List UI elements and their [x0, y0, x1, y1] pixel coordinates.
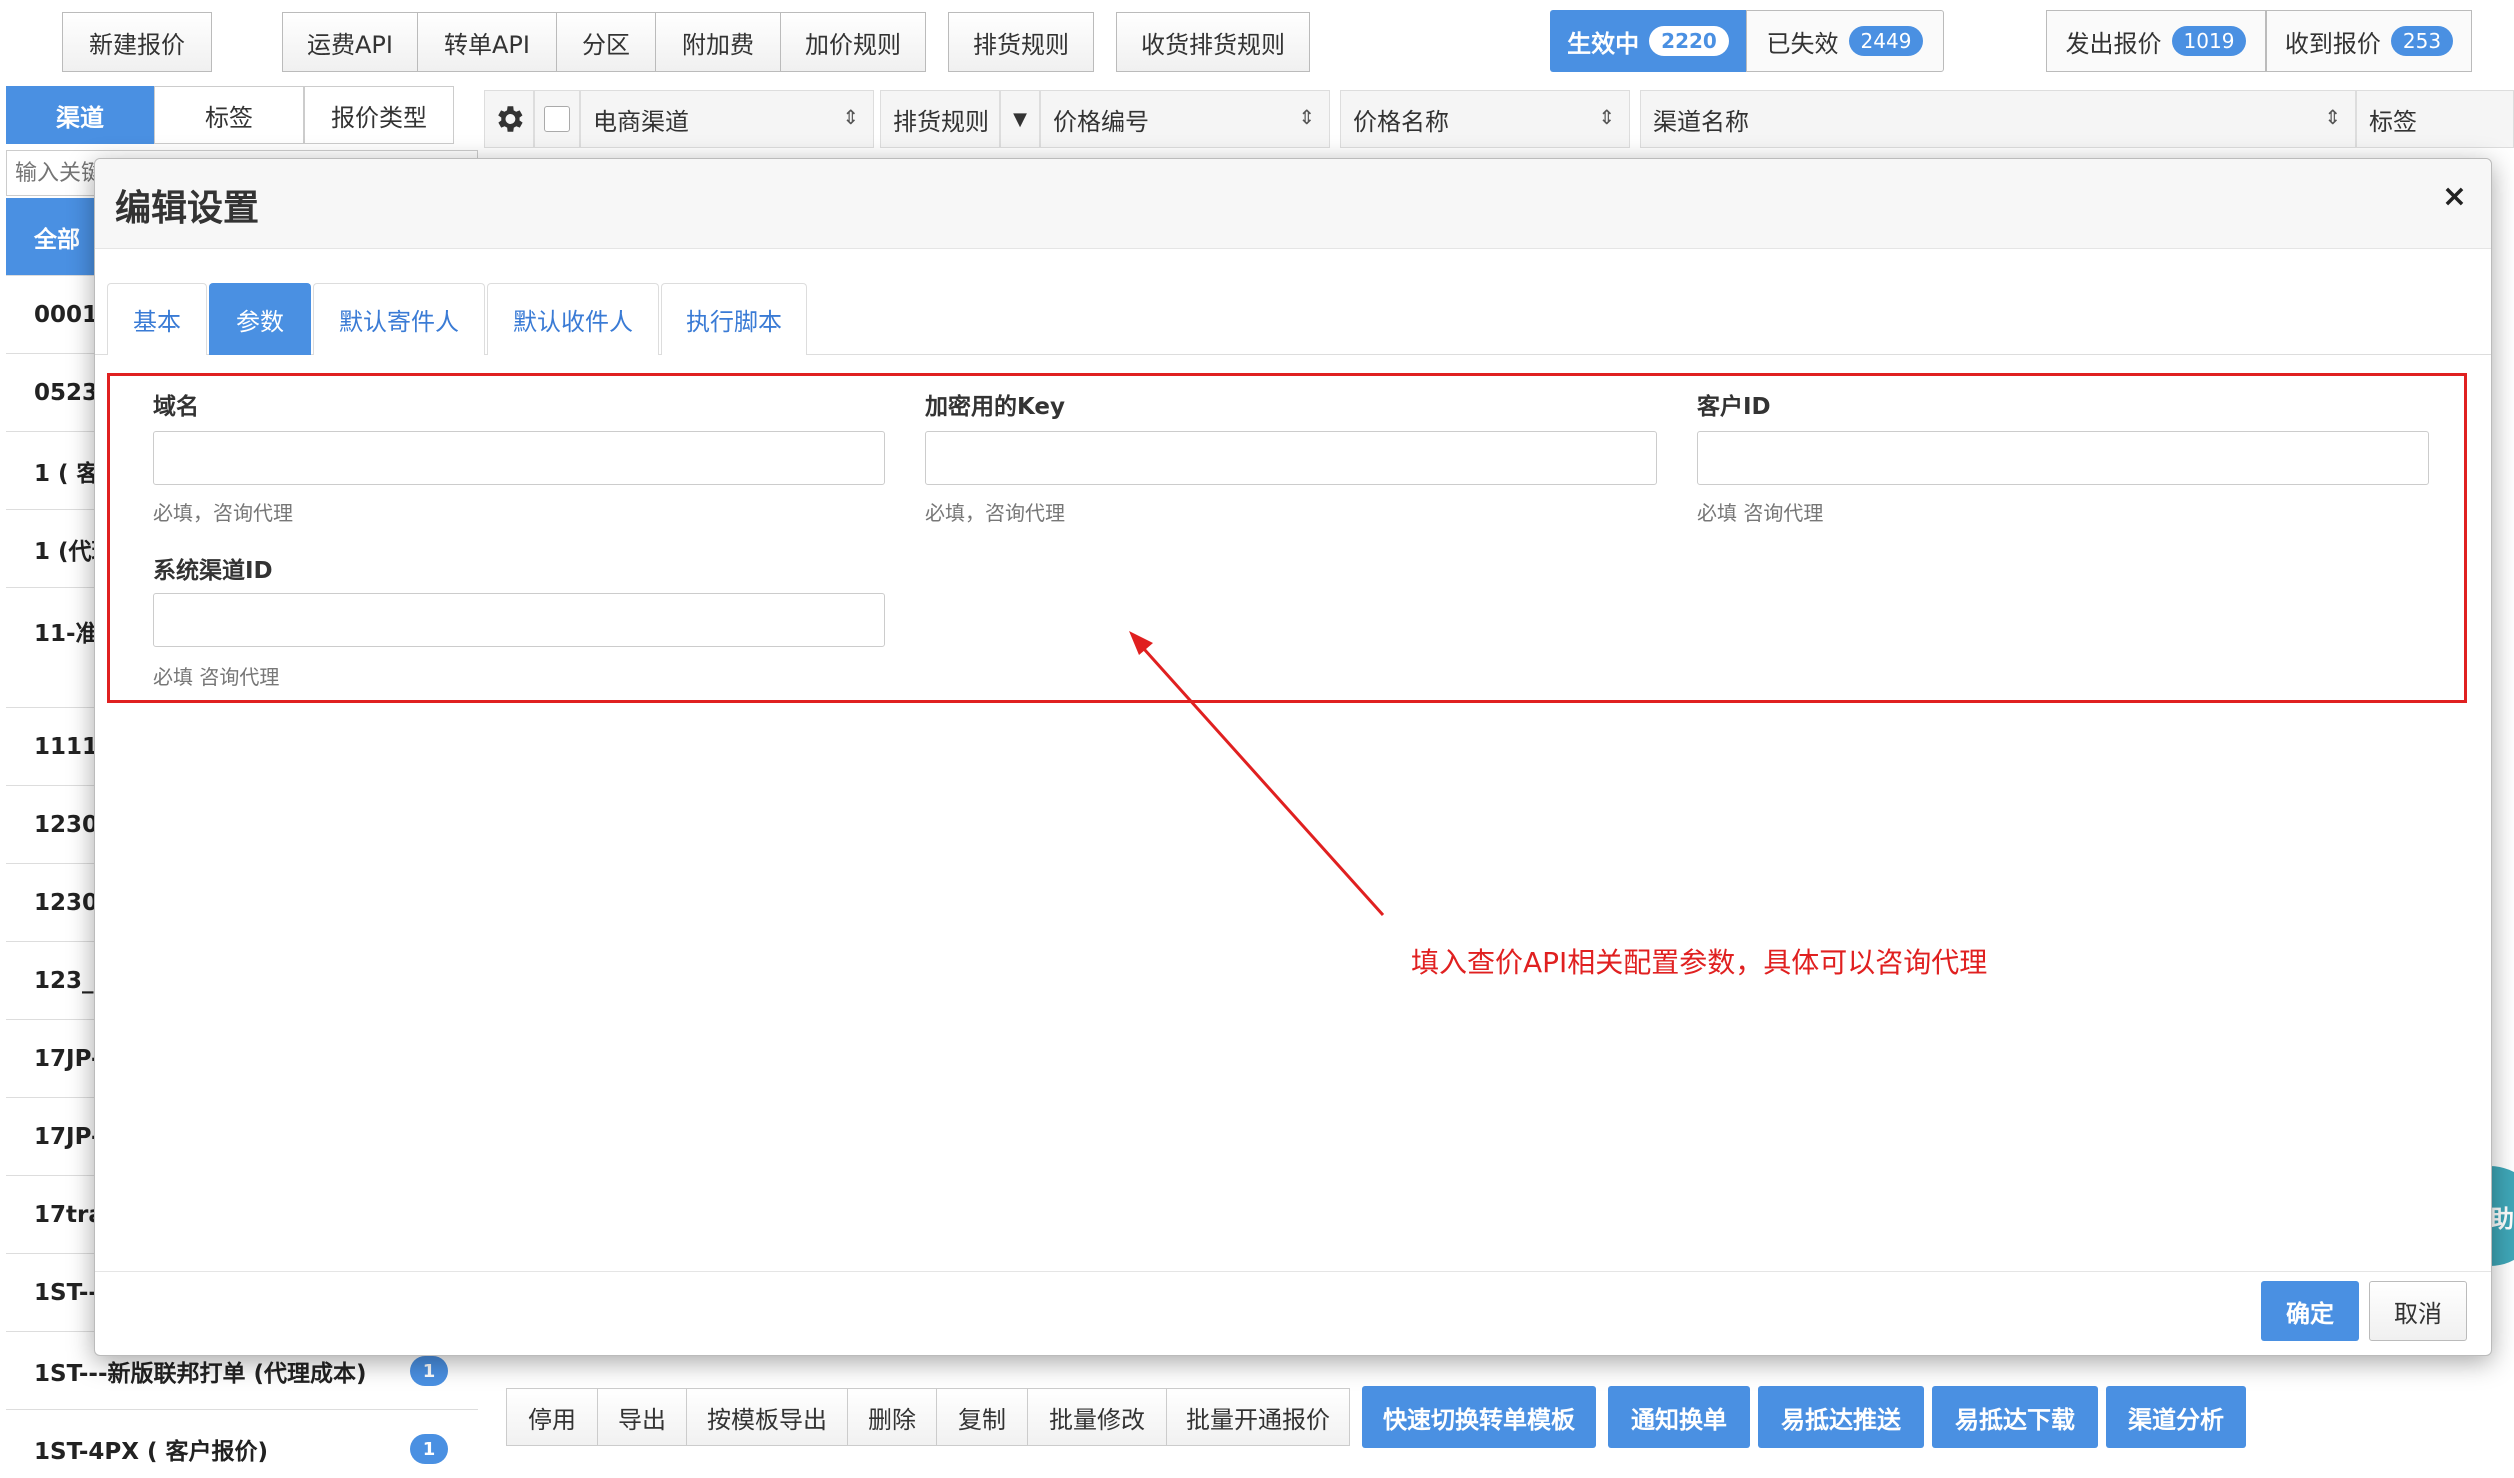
- sidebar-item-label: 0001: [34, 301, 99, 328]
- zone-button[interactable]: 分区: [556, 12, 656, 72]
- cancel-button[interactable]: 取消: [2369, 1281, 2467, 1341]
- notify-button[interactable]: 通知换单: [1608, 1386, 1750, 1448]
- sort-icon: ⇕: [1598, 105, 1615, 129]
- annotation-text: 填入查价API相关配置参数，具体可以咨询代理: [1411, 946, 1988, 979]
- channel-analysis-button[interactable]: 渠道分析: [2106, 1386, 2246, 1448]
- received-label: 收到报价: [2284, 29, 2381, 58]
- transfer-api-button[interactable]: 转单API: [417, 12, 557, 72]
- column-label: 电商渠道: [593, 107, 689, 136]
- column-ecommerce-channel[interactable]: 电商渠道 ⇕: [580, 90, 874, 148]
- sidebar-item-label: 11-准: [34, 621, 99, 647]
- column-sort-rule[interactable]: 排货规则: [880, 90, 1000, 148]
- sort-icon: ⇕: [842, 105, 859, 129]
- sidebar-item-label: 1111: [34, 733, 99, 760]
- sidebar-item-label: 17JP-: [34, 1045, 101, 1072]
- sent-label: 发出报价: [2065, 29, 2162, 58]
- footer-divider: [95, 1271, 2491, 1272]
- sort-icon: ⇕: [1298, 105, 1315, 129]
- settings-gear-icon[interactable]: [484, 90, 534, 148]
- batch-edit-button[interactable]: 批量修改: [1027, 1388, 1167, 1446]
- column-price-no[interactable]: 价格编号 ⇕: [1040, 90, 1330, 148]
- sort-rule-button[interactable]: 排货规则: [948, 12, 1094, 72]
- count-badge: 1: [410, 1356, 448, 1386]
- switch-template-button[interactable]: 快速切换转单模板: [1362, 1386, 1596, 1448]
- ydd-download-button[interactable]: 易抵达下载: [1932, 1386, 2098, 1448]
- column-channel-name[interactable]: 渠道名称 ⇕: [1640, 90, 2356, 148]
- sent-count-badge: 1019: [2171, 26, 2247, 56]
- received-quotes-button[interactable]: 收到报价 253: [2266, 10, 2472, 72]
- edit-settings-dialog: 编辑设置 × 基本 参数 默认寄件人 默认收件人 执行脚本 域名 必填，咨询代理…: [94, 158, 2492, 1356]
- ydd-push-button[interactable]: 易抵达推送: [1758, 1386, 1924, 1448]
- export-template-button[interactable]: 按模板导出: [686, 1388, 848, 1446]
- column-tag[interactable]: 标签: [2356, 90, 2514, 148]
- column-label: 排货规则: [893, 107, 989, 136]
- sent-quotes-button[interactable]: 发出报价 1019: [2046, 10, 2266, 72]
- received-count-badge: 253: [2390, 26, 2454, 56]
- sidebar-item-label: 1ST--: [34, 1279, 98, 1306]
- markup-rule-button[interactable]: 加价规则: [780, 12, 926, 72]
- surcharge-button[interactable]: 附加费: [655, 12, 781, 72]
- expired-count-badge: 2449: [1848, 26, 1924, 56]
- export-button[interactable]: 导出: [597, 1388, 687, 1446]
- sidebar-item-label: 1ST-4PX ( 客户报价): [34, 1438, 269, 1465]
- sort-icon: ⇕: [2324, 105, 2341, 129]
- new-quote-button[interactable]: 新建报价: [62, 12, 212, 72]
- sidebar-item-label: 17JP-: [34, 1123, 101, 1150]
- tab-quote-type[interactable]: 报价类型: [304, 86, 454, 144]
- count-badge: 1: [410, 1434, 448, 1464]
- sidebar-item-label: 1ST---新版联邦打单 (代理成本): [34, 1360, 367, 1387]
- batch-enable-button[interactable]: 批量开通报价: [1166, 1388, 1350, 1446]
- freight-api-button[interactable]: 运费API: [282, 12, 418, 72]
- disable-button[interactable]: 停用: [506, 1388, 598, 1446]
- sidebar-item-label: 1 ( 客: [34, 460, 100, 487]
- active-filter-button[interactable]: 生效中 2220: [1550, 10, 1746, 72]
- dropdown-caret-icon[interactable]: ▼: [1000, 90, 1040, 148]
- checkbox-box: [544, 106, 570, 132]
- receive-sort-rule-button[interactable]: 收货排货规则: [1116, 12, 1310, 72]
- sidebar-item-label: 全部: [34, 226, 80, 253]
- annotation-arrow-icon: [1129, 631, 1385, 917]
- column-label: 渠道名称: [1653, 107, 1749, 136]
- delete-button[interactable]: 删除: [847, 1388, 937, 1446]
- column-label: 价格名称: [1353, 107, 1449, 136]
- copy-button[interactable]: 复制: [936, 1388, 1028, 1446]
- active-count-badge: 2220: [1649, 26, 1729, 56]
- column-label: 价格编号: [1053, 107, 1149, 136]
- sidebar-item[interactable]: 1ST-4PX ( 客户报价) 1: [6, 1410, 478, 1478]
- column-label: 标签: [2369, 107, 2417, 136]
- tab-tag[interactable]: 标签: [154, 86, 304, 144]
- active-label: 生效中: [1567, 29, 1640, 58]
- select-all-checkbox[interactable]: [534, 90, 580, 148]
- column-price-name[interactable]: 价格名称 ⇕: [1340, 90, 1630, 148]
- confirm-button[interactable]: 确定: [2261, 1281, 2359, 1341]
- expired-label: 已失效: [1766, 29, 1839, 58]
- tab-channel[interactable]: 渠道: [6, 86, 154, 144]
- expired-filter-button[interactable]: 已失效 2449: [1746, 10, 1944, 72]
